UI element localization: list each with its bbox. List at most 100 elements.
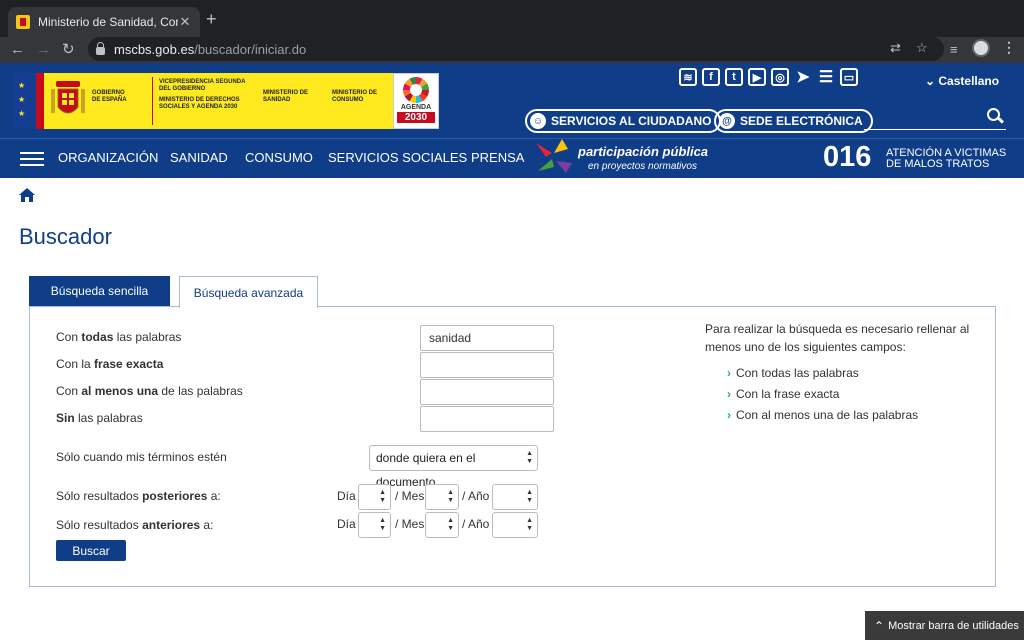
ministerio-consumo-label: MINISTERIO DE CONSUMO [332,90,378,103]
without-words-label: Sin las palabras [56,411,143,425]
atleast-post: de las palabras [158,384,243,398]
info-item-label: Con la frase exacta [736,387,840,401]
after-month-select[interactable]: ▲ ▼ [425,484,459,510]
servicios-ciudadano-button[interactable]: ☺ SERVICIOS AL CIUDADANO [525,109,722,133]
coat-of-arms-icon [50,79,86,123]
participation-hands-icon[interactable] [532,135,580,179]
utilities-toolbar-toggle[interactable]: ⌃ Mostrar barra de utilidades [865,611,1024,640]
page-title: Buscador [19,224,112,249]
chevron-right-icon: › [727,408,731,422]
telegram-icon[interactable]: ➤ [794,68,812,86]
back-icon[interactable]: ← [10,40,25,60]
translate-icon[interactable]: ⇄ [890,40,901,56]
all-words-label: Con todas las palabras [56,330,181,344]
before-day-label: Día [337,517,356,531]
before-month-select[interactable]: ▲ ▼ [425,512,459,538]
all-words-post: las palabras [113,330,182,344]
atleast-bold: al menos una [81,384,159,398]
logo-separator [152,77,153,125]
select-arrows-icon: ▲ ▼ [526,517,533,532]
after-bold: posteriores [142,489,208,503]
nav-item-sanidad[interactable]: SANIDAD [170,150,228,165]
exact-phrase-label: Con la frase exacta [56,357,163,371]
menu-icon[interactable] [20,152,44,166]
gov-label: GOBIERNO DE ESPAÑA [92,90,127,103]
tab-busqueda-sencilla[interactable]: Búsqueda sencilla [29,276,170,306]
browser-menu-icon[interactable]: ⋮ [1002,39,1016,56]
close-tab-icon[interactable]: ✕ [178,14,192,30]
tab-title: Ministerio de Sanidad, Consum [38,15,178,29]
info-list-item: › Con la frase exacta [727,387,839,401]
site-favicon-icon [16,15,30,29]
after-pre: Sólo resultados [56,489,143,503]
sede-electronica-button[interactable]: @ SEDE ELECTRÓNICA [714,109,873,133]
all-words-input[interactable] [420,325,554,351]
reload-icon[interactable]: ↻ [62,40,75,60]
before-bold: anteriores [142,518,201,532]
nav-item-consumo[interactable]: CONSUMO [245,150,313,165]
nav-item-prensa[interactable]: PRENSA [471,150,524,165]
nav-item-servicios-sociales[interactable]: SERVICIOS SOCIALES [328,150,467,165]
sdg-wheel-icon [403,77,429,103]
sede-label: SEDE ELECTRÓNICA [740,114,863,128]
rss-icon[interactable]: ≋ [679,68,697,86]
home-icon[interactable] [18,187,36,203]
browser-tab[interactable]: Ministerio de Sanidad, Consum ✕ [8,7,200,37]
url-host: mscbs.gob.es [114,41,195,57]
government-logo[interactable]: ★ ★ ★ GOBIERNO DE ESPAÑA VICEPRESIDENCIA S… [13,73,439,129]
after-month-label: / Mes [395,489,425,503]
language-label: Castellano [938,74,1000,88]
participacion-title[interactable]: participación pública [578,144,708,159]
before-year-label: / Año [462,517,490,531]
header-search-input[interactable] [864,129,1006,130]
before-year-select[interactable]: ▲ ▼ [492,512,538,538]
before-date-label: Sólo resultados anteriores a: [56,518,213,532]
after-date-label: Sólo resultados posteriores a: [56,489,221,503]
media-icon[interactable]: ≡ [950,40,958,60]
exact-phrase-input[interactable] [420,352,554,378]
ministerio-derechos-label: MINISTERIO DE DERECHOS SOCIALES Y AGENDA… [159,97,240,110]
agenda-2030-logo[interactable]: AGENDA 2030 [393,73,439,129]
tab-busqueda-avanzada[interactable]: Búsqueda avanzada [179,276,318,308]
after-post: a: [207,489,221,503]
after-year-select[interactable]: ▲ ▼ [492,484,538,510]
at-least-one-input[interactable] [420,379,554,405]
monitor-icon[interactable]: ▭ [840,68,858,86]
after-day-select[interactable]: ▲ ▼ [358,484,391,510]
before-post: a: [200,518,214,532]
forward-icon[interactable]: → [36,40,51,60]
utilities-toolbar-label: Mostrar barra de utilidades [888,619,1019,632]
youtube-icon[interactable]: ▶ [748,68,766,86]
participacion-subtitle[interactable]: en proyectos normativos [588,161,697,172]
main-nav: ORGANIZACIÓN SANIDAD CONSUMO SERVICIOS S… [0,138,1024,178]
instagram-icon[interactable]: ◎ [771,68,789,86]
site-header: ★ ★ ★ GOBIERNO DE ESPAÑA VICEPRESIDENCIA S… [0,63,1024,138]
nav-item-organizacion[interactable]: ORGANIZACIÓN [58,150,158,165]
malos-tratos-label: DE MALOS TRATOS [886,158,990,170]
address-bar[interactable]: mscbs.gob.es/buscador/iniciar.do ⇄ ☆ [88,37,944,61]
language-selector[interactable]: ⌄ Castellano [925,74,999,88]
all-words-pre: Con [56,330,82,344]
url-path: /buscador/iniciar.do [194,41,307,57]
chevron-down-icon: ⌄ [925,74,939,88]
bookmark-star-icon[interactable]: ☆ [916,40,928,56]
eu-flag-icon: ★ ★ ★ [13,73,36,129]
attention-line[interactable]: ATENCIÓN A VICTIMAS DE MALOS TRATOS [886,148,1006,170]
number-016[interactable]: 016 [823,139,871,175]
facebook-icon[interactable]: f [702,68,720,86]
chevron-right-icon: › [727,387,731,401]
info-item-label: Con al menos una de las palabras [736,408,919,422]
twitter-icon[interactable]: t [725,68,743,86]
before-day-select[interactable]: ▲ ▼ [358,512,391,538]
all-words-bold: todas [81,330,114,344]
profile-avatar[interactable] [972,39,990,57]
search-button[interactable]: Buscar [56,540,126,561]
search-icon[interactable] [987,108,1000,121]
new-tab-button[interactable]: + [206,9,217,29]
vicepresidencia-label: VICEPRESIDENCIA SEGUNDA DEL GOBIERNO [159,79,246,92]
select-arrows-icon: ▲ ▼ [447,489,454,504]
list-icon[interactable]: ☰ [817,68,835,86]
exact-bold: frase exacta [94,357,164,371]
terms-location-select[interactable]: donde quiera en el documento ▲ ▼ [369,445,538,489]
without-words-input[interactable] [420,406,554,432]
